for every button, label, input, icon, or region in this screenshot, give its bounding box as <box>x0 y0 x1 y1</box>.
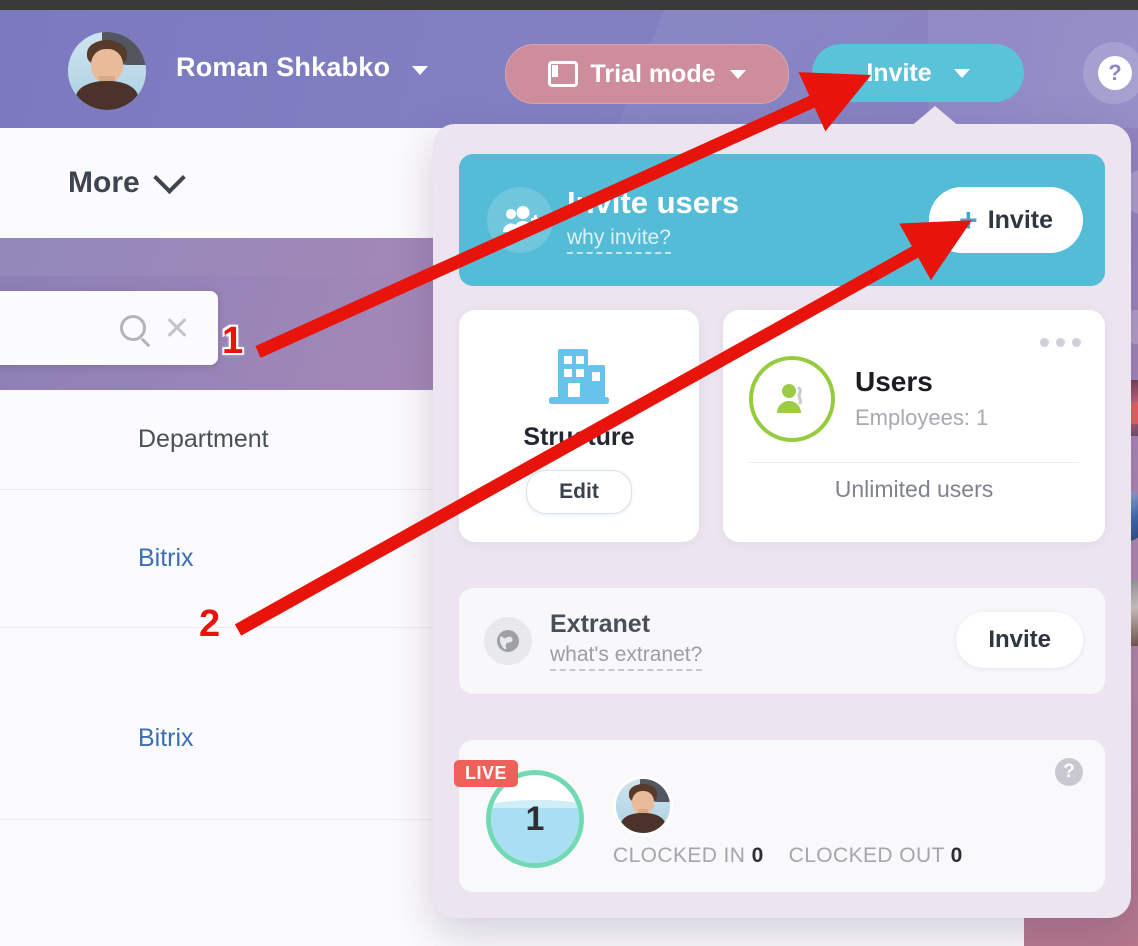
row-link-bitrix[interactable]: Bitrix <box>138 544 194 573</box>
globe-icon <box>484 617 532 665</box>
users-card-footer: Unlimited users <box>834 476 994 502</box>
live-user-avatar[interactable] <box>613 776 673 836</box>
trial-mode-button[interactable]: Trial mode <box>505 44 789 104</box>
trial-meter-icon <box>548 61 579 87</box>
invite-users-icon <box>487 187 553 253</box>
browser-chrome-strip <box>0 0 1138 10</box>
clocked-in-label: CLOCKED IN <box>613 844 746 867</box>
invite-button-label: Invite <box>866 58 932 87</box>
avatar-body <box>621 813 665 833</box>
invite-users-banner[interactable]: Invite users why invite? + Invite <box>459 154 1105 286</box>
chevron-down-icon[interactable] <box>729 69 746 79</box>
users-card-subtitle: Employees: 1 <box>855 405 989 431</box>
structure-edit-button[interactable]: Edit <box>526 469 632 514</box>
live-clock-card: LIVE 1 CLOCKED IN 0 CLOCKED OUT 0 ? <box>454 740 1105 892</box>
more-menu[interactable]: More <box>0 128 434 238</box>
extranet-title: Extranet <box>550 610 651 639</box>
chevron-down-icon[interactable] <box>953 68 970 78</box>
users-card-header: Users Employees: 1 <box>749 356 988 442</box>
screen-root: More Department Bitrix Bitrix Roman Shka… <box>0 0 1138 946</box>
extranet-globe-icon <box>497 630 519 652</box>
person-icon <box>777 384 803 413</box>
chevron-down-icon[interactable] <box>412 66 428 75</box>
users-plus-icon <box>503 206 540 232</box>
banner-invite-label: Invite <box>987 205 1053 234</box>
close-icon[interactable] <box>164 315 190 341</box>
annotation-marker-2: 2 <box>199 603 221 645</box>
live-badge: LIVE <box>454 760 519 787</box>
row-link-bitrix[interactable]: Bitrix <box>138 724 194 753</box>
live-count: 1 <box>525 799 545 838</box>
invite-button[interactable]: Invite <box>812 44 1024 102</box>
divider <box>749 462 1079 463</box>
table-header-row: Department <box>0 390 434 490</box>
users-card-text: Users Employees: 1 <box>855 365 989 432</box>
users-card: Users Employees: 1 Unlimited users <box>723 310 1105 542</box>
plus-icon: + <box>959 202 978 238</box>
whats-extranet-link[interactable]: what's extranet? <box>550 643 703 671</box>
why-invite-link[interactable]: why invite? <box>567 226 671 255</box>
annotation-marker-1: 1 <box>222 320 244 362</box>
user-name[interactable]: Roman Shkabko <box>176 52 390 83</box>
extranet-invite-button[interactable]: Invite <box>956 612 1083 668</box>
clocked-out-label: CLOCKED OUT <box>788 844 945 867</box>
clocked-out-value: 0 <box>950 844 963 867</box>
building-icon <box>544 345 614 407</box>
extranet-text: Extranet what's extranet? <box>550 610 703 671</box>
avatar[interactable] <box>68 32 146 110</box>
structure-card[interactable]: Structure Edit <box>459 310 699 542</box>
avatar-body <box>75 81 139 110</box>
table-row[interactable]: Bitrix <box>0 628 434 820</box>
structure-title: Structure <box>523 422 635 451</box>
search-input[interactable] <box>0 291 218 365</box>
invite-users-title: Invite users <box>567 184 740 220</box>
live-stats: CLOCKED IN 0 CLOCKED OUT 0 <box>613 844 963 868</box>
users-card-title: Users <box>855 365 933 397</box>
more-label: More <box>68 166 140 199</box>
search-icon[interactable] <box>120 315 146 341</box>
structure-building-icon <box>549 348 609 404</box>
help-icon[interactable]: ? <box>1055 758 1083 786</box>
column-header-department: Department <box>138 425 269 453</box>
invite-users-text: Invite users why invite? <box>567 184 740 255</box>
user-avatar-icon <box>749 356 835 442</box>
ellipsis-icon[interactable] <box>1040 338 1081 347</box>
help-icon[interactable]: ? <box>1098 56 1132 90</box>
trial-mode-label: Trial mode <box>590 59 716 88</box>
table-row[interactable] <box>0 820 434 946</box>
banner-invite-button[interactable]: + Invite <box>929 187 1083 253</box>
clocked-in-value: 0 <box>751 844 764 867</box>
chevron-down-icon <box>152 161 186 194</box>
popup-arrow <box>909 106 961 128</box>
extranet-row[interactable]: Extranet what's extranet? Invite <box>459 588 1105 694</box>
